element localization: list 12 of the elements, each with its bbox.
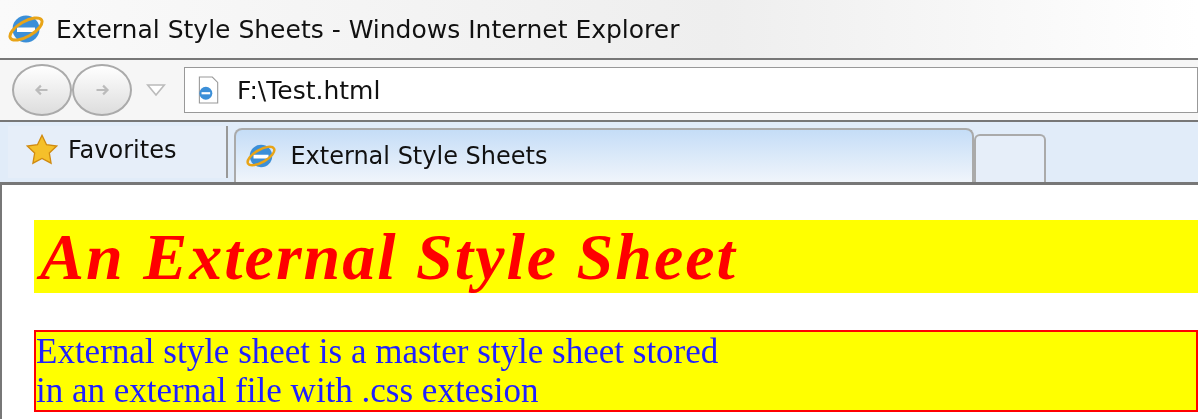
- star-icon: [26, 134, 58, 166]
- back-button[interactable]: [12, 64, 72, 116]
- browser-tab[interactable]: External Style Sheets: [234, 128, 975, 182]
- address-field[interactable]: F:\Test.html: [184, 67, 1198, 113]
- new-tab-button[interactable]: [974, 134, 1047, 182]
- dropdown-caret-icon[interactable]: [146, 83, 166, 97]
- paragraph-line: in an external file with .css extesion: [36, 371, 540, 410]
- page-heading: An External Style Sheet: [34, 220, 1198, 293]
- paragraph-line: External style sheet is a master style sheet stored: [36, 332, 720, 371]
- favorites-button[interactable]: Favorites: [8, 126, 229, 178]
- forward-button[interactable]: [72, 64, 132, 116]
- window-title: External Style Sheets - Windows Internet Explorer: [56, 14, 680, 44]
